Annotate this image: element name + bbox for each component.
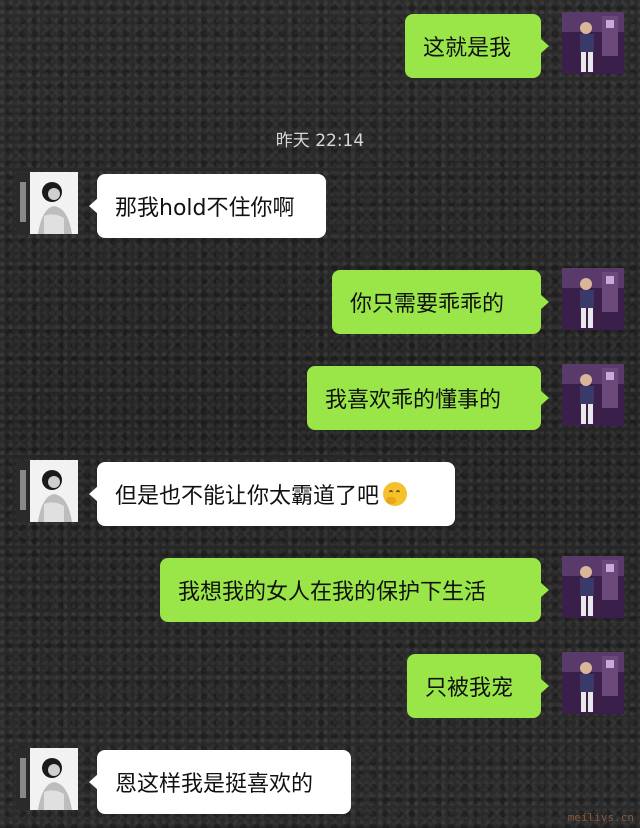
my-avatar[interactable] — [562, 268, 624, 330]
avatar-image — [562, 268, 624, 330]
watermark: meilivs.cn — [567, 811, 634, 824]
avatar-image — [562, 556, 624, 618]
contact-avatar[interactable] — [16, 172, 78, 234]
message-text: 我想我的女人在我的保护下生活 — [178, 580, 487, 605]
sent-message-bubble[interactable]: 你只需要乖乖的 — [332, 270, 549, 334]
contact-avatar[interactable] — [16, 460, 78, 522]
message-text: 只被我宠 — [425, 676, 514, 701]
received-message-bubble[interactable]: 那我hold不住你啊 — [89, 174, 326, 238]
avatar-image — [16, 748, 78, 810]
received-message-bubble[interactable]: 但是也不能让你太霸道了吧 — [89, 462, 455, 526]
sent-message-bubble[interactable]: 我喜欢乖的懂事的 — [307, 366, 549, 430]
message-text: 恩这样我是挺喜欢的 — [115, 772, 314, 797]
my-avatar[interactable] — [562, 652, 624, 714]
avatar-image — [562, 652, 624, 714]
message-text: 你只需要乖乖的 — [350, 292, 505, 317]
message-text: 那我hold不住你啊 — [115, 196, 295, 221]
message-text: 我喜欢乖的懂事的 — [325, 388, 502, 413]
my-avatar[interactable] — [562, 556, 624, 618]
sent-message-bubble[interactable]: 只被我宠 — [407, 654, 549, 718]
avatar-image — [562, 364, 624, 426]
my-avatar[interactable] — [562, 364, 624, 426]
timestamp: 昨天 22:14 — [275, 131, 365, 151]
sent-message-bubble[interactable]: 这就是我 — [405, 14, 549, 78]
avatar-image — [16, 172, 78, 234]
received-message-bubble[interactable]: 恩这样我是挺喜欢的 — [89, 750, 351, 814]
my-avatar[interactable] — [562, 12, 624, 74]
avatar-image — [16, 460, 78, 522]
sent-message-bubble[interactable]: 我想我的女人在我的保护下生活 — [160, 558, 549, 622]
contact-avatar[interactable] — [16, 748, 78, 810]
message-text: 但是也不能让你太霸道了吧 — [115, 484, 380, 509]
message-text: 这就是我 — [423, 36, 512, 61]
thinking-emoji-icon — [383, 482, 408, 506]
avatar-image — [562, 12, 624, 74]
